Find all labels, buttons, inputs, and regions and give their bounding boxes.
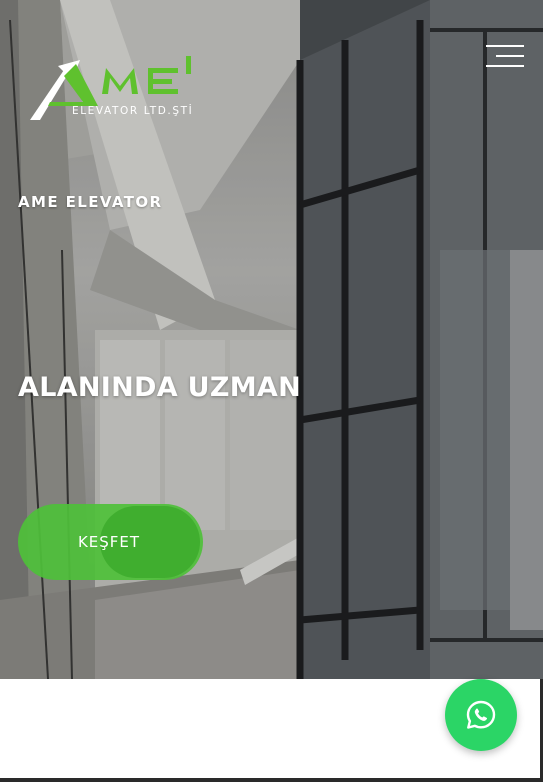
discover-button-label: KEŞFET: [77, 533, 141, 551]
hero-headline: ALANINDA UZMAN: [18, 372, 302, 403]
hamburger-menu-icon: [486, 45, 524, 47]
page: ELEVATOR LTD.ŞTİ AME ELEVATOR ALANINDA U…: [0, 0, 543, 782]
whatsapp-button[interactable]: [445, 679, 517, 751]
hero-section: ELEVATOR LTD.ŞTİ AME ELEVATOR ALANINDA U…: [0, 0, 543, 679]
discover-button[interactable]: KEŞFET: [18, 504, 203, 580]
hero-subtitle: AME ELEVATOR: [18, 193, 163, 211]
hamburger-line: [486, 65, 524, 67]
logo-mark: ELEVATOR LTD.ŞTİ: [30, 56, 193, 120]
logo-subtext: ELEVATOR LTD.ŞTİ: [72, 104, 193, 117]
whatsapp-icon: [466, 700, 496, 729]
menu-button[interactable]: [484, 42, 524, 72]
hamburger-line: [496, 55, 524, 57]
brand-logo[interactable]: ELEVATOR LTD.ŞTİ: [28, 56, 238, 126]
